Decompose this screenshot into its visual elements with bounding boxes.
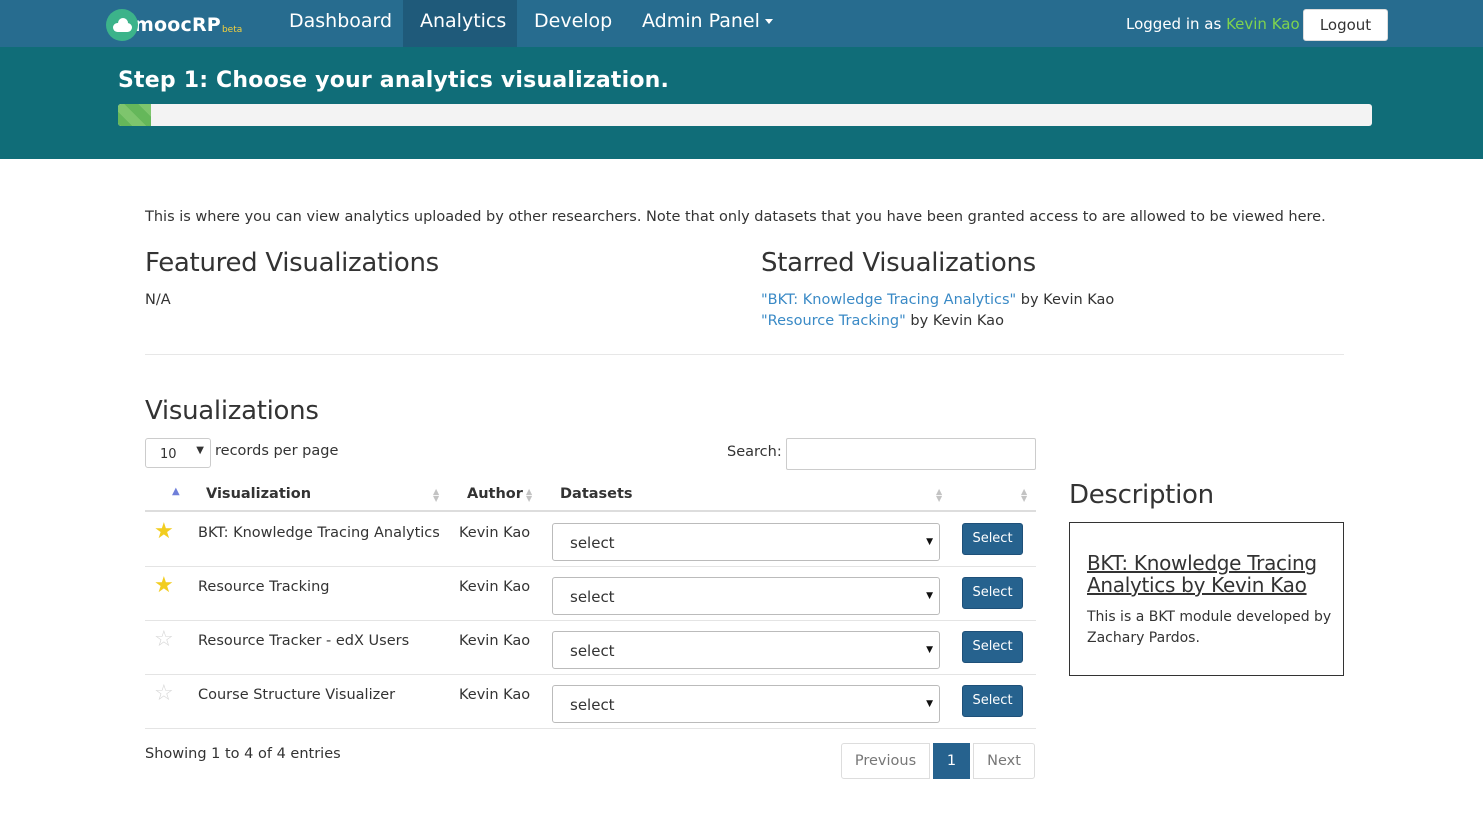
dropdown-arrow-icon: ▼ bbox=[926, 537, 933, 547]
sort-icon[interactable]: ▲ ▼ bbox=[433, 488, 439, 503]
sort-icon[interactable]: ▲ ▼ bbox=[526, 488, 532, 503]
pagination-next[interactable]: Next bbox=[973, 743, 1035, 779]
table-row: ★ BKT: Knowledge Tracing Analytics Kevin… bbox=[145, 513, 1036, 567]
step-title: Step 1: Choose your analytics visualizat… bbox=[118, 68, 670, 93]
step-header: Step 1: Choose your analytics visualizat… bbox=[0, 47, 1483, 159]
dropdown-arrow-icon: ▼ bbox=[926, 699, 933, 709]
sort-icon[interactable]: ▲ ▼ bbox=[936, 488, 942, 503]
records-per-page-value: 10 bbox=[160, 447, 177, 462]
nav-dashboard[interactable]: Dashboard bbox=[272, 0, 409, 47]
visualization-name: Course Structure Visualizer bbox=[198, 687, 396, 703]
select-visualization-button[interactable]: Select bbox=[962, 631, 1023, 663]
star-toggle-icon[interactable]: ☆ bbox=[154, 683, 174, 705]
select-visualization-button[interactable]: Select bbox=[962, 685, 1023, 717]
nav-analytics[interactable]: Analytics bbox=[403, 0, 517, 47]
dataset-select[interactable]: select ▼ bbox=[552, 577, 940, 615]
dataset-select[interactable]: select ▼ bbox=[552, 685, 940, 723]
visualization-name: Resource Tracker - edX Users bbox=[198, 633, 410, 649]
visualizations-heading: Visualizations bbox=[145, 396, 319, 426]
step-progress-bar bbox=[118, 104, 1372, 126]
description-heading: Description bbox=[1069, 480, 1214, 510]
visualization-author: Kevin Kao bbox=[459, 687, 531, 703]
featured-heading: Featured Visualizations bbox=[145, 248, 439, 278]
visualization-name: BKT: Knowledge Tracing Analytics bbox=[198, 525, 440, 541]
nav-admin-panel-label: Admin Panel bbox=[642, 10, 760, 32]
intro-text: This is where you can view analytics upl… bbox=[145, 209, 1326, 225]
column-header-visualization[interactable]: Visualization bbox=[206, 486, 311, 502]
dropdown-arrow-icon: ▼ bbox=[926, 591, 933, 601]
brand-logo-link[interactable]: moocRP beta bbox=[106, 8, 242, 42]
table-row: ★ Resource Tracking Kevin Kao select ▼ Se… bbox=[145, 567, 1036, 621]
pagination-page-current[interactable]: 1 bbox=[933, 743, 970, 779]
nav-admin-panel-dropdown[interactable]: Admin Panel bbox=[625, 0, 790, 47]
search-input[interactable] bbox=[786, 438, 1036, 470]
login-prefix: Logged in as bbox=[1126, 15, 1222, 33]
dataset-select-value: select bbox=[570, 696, 615, 714]
dropdown-arrow-icon: ▼ bbox=[196, 445, 204, 456]
featured-empty: N/A bbox=[145, 292, 171, 308]
caret-down-icon bbox=[764, 19, 773, 24]
star-toggle-icon[interactable]: ☆ bbox=[154, 629, 174, 651]
dataset-select-value: select bbox=[570, 588, 615, 606]
brand-name: moocRP bbox=[134, 14, 221, 36]
table-info: Showing 1 to 4 of 4 entries bbox=[145, 746, 341, 762]
column-header-datasets[interactable]: Datasets bbox=[560, 486, 633, 502]
logged-in-user-link[interactable]: Kevin Kao bbox=[1226, 15, 1300, 33]
dataset-select-value: select bbox=[570, 642, 615, 660]
table-row: ☆ Resource Tracker - edX Users Kevin Kao… bbox=[145, 621, 1036, 675]
search-label: Search: bbox=[727, 444, 782, 460]
dataset-select[interactable]: select ▼ bbox=[552, 631, 940, 669]
visualization-name: Resource Tracking bbox=[198, 579, 330, 595]
dataset-select[interactable]: select ▼ bbox=[552, 523, 940, 561]
cloud-logo-icon bbox=[106, 9, 138, 41]
visualization-author: Kevin Kao bbox=[459, 525, 531, 541]
table-row: ☆ Course Structure Visualizer Kevin Kao … bbox=[145, 675, 1036, 729]
records-per-page-select[interactable]: 10 ▼ bbox=[145, 438, 211, 468]
visualization-author: Kevin Kao bbox=[459, 633, 531, 649]
description-body: This is a BKT module developed by Zachar… bbox=[1087, 609, 1332, 646]
sort-icon[interactable]: ▲ ▼ bbox=[1021, 488, 1027, 503]
logout-button[interactable]: Logout bbox=[1303, 9, 1388, 41]
records-per-page-label: records per page bbox=[215, 443, 339, 459]
pagination-previous[interactable]: Previous bbox=[841, 743, 930, 779]
select-visualization-button[interactable]: Select bbox=[962, 577, 1023, 609]
dropdown-arrow-icon: ▼ bbox=[926, 645, 933, 655]
section-divider bbox=[145, 354, 1344, 355]
star-toggle-icon[interactable]: ★ bbox=[154, 575, 174, 597]
starred-link-resource-tracking[interactable]: "Resource Tracking" bbox=[761, 313, 906, 329]
starred-item: "BKT: Knowledge Tracing Analytics" by Ke… bbox=[761, 292, 1114, 308]
top-navbar: moocRP beta Dashboard Analytics Develop … bbox=[0, 0, 1483, 47]
sort-ascending-icon[interactable]: ▲ bbox=[172, 486, 180, 497]
progress-fill bbox=[118, 104, 151, 126]
starred-author: by Kevin Kao bbox=[1020, 292, 1115, 308]
description-panel: BKT: Knowledge Tracing Analytics by Kevi… bbox=[1069, 522, 1344, 676]
dataset-select-value: select bbox=[570, 534, 615, 552]
description-title-link[interactable]: BKT: Knowledge Tracing Analytics by Kevi… bbox=[1087, 552, 1332, 596]
login-status: Logged in as Kevin Kao bbox=[1126, 15, 1300, 33]
starred-item: "Resource Tracking" by Kevin Kao bbox=[761, 313, 1004, 329]
star-toggle-icon[interactable]: ★ bbox=[154, 521, 174, 543]
select-visualization-button[interactable]: Select bbox=[962, 523, 1023, 555]
column-header-author[interactable]: Author bbox=[467, 486, 523, 502]
brand-beta-tag: beta bbox=[221, 25, 243, 35]
visualization-author: Kevin Kao bbox=[459, 579, 531, 595]
starred-heading: Starred Visualizations bbox=[761, 248, 1036, 278]
starred-link-bkt[interactable]: "BKT: Knowledge Tracing Analytics" bbox=[761, 292, 1016, 308]
table-header: ▲ Visualization ▲ ▼ Author ▲ ▼ Datasets ▲ ▼… bbox=[145, 480, 1036, 512]
nav-develop[interactable]: Develop bbox=[517, 0, 629, 47]
starred-author: by Kevin Kao bbox=[910, 313, 1004, 329]
